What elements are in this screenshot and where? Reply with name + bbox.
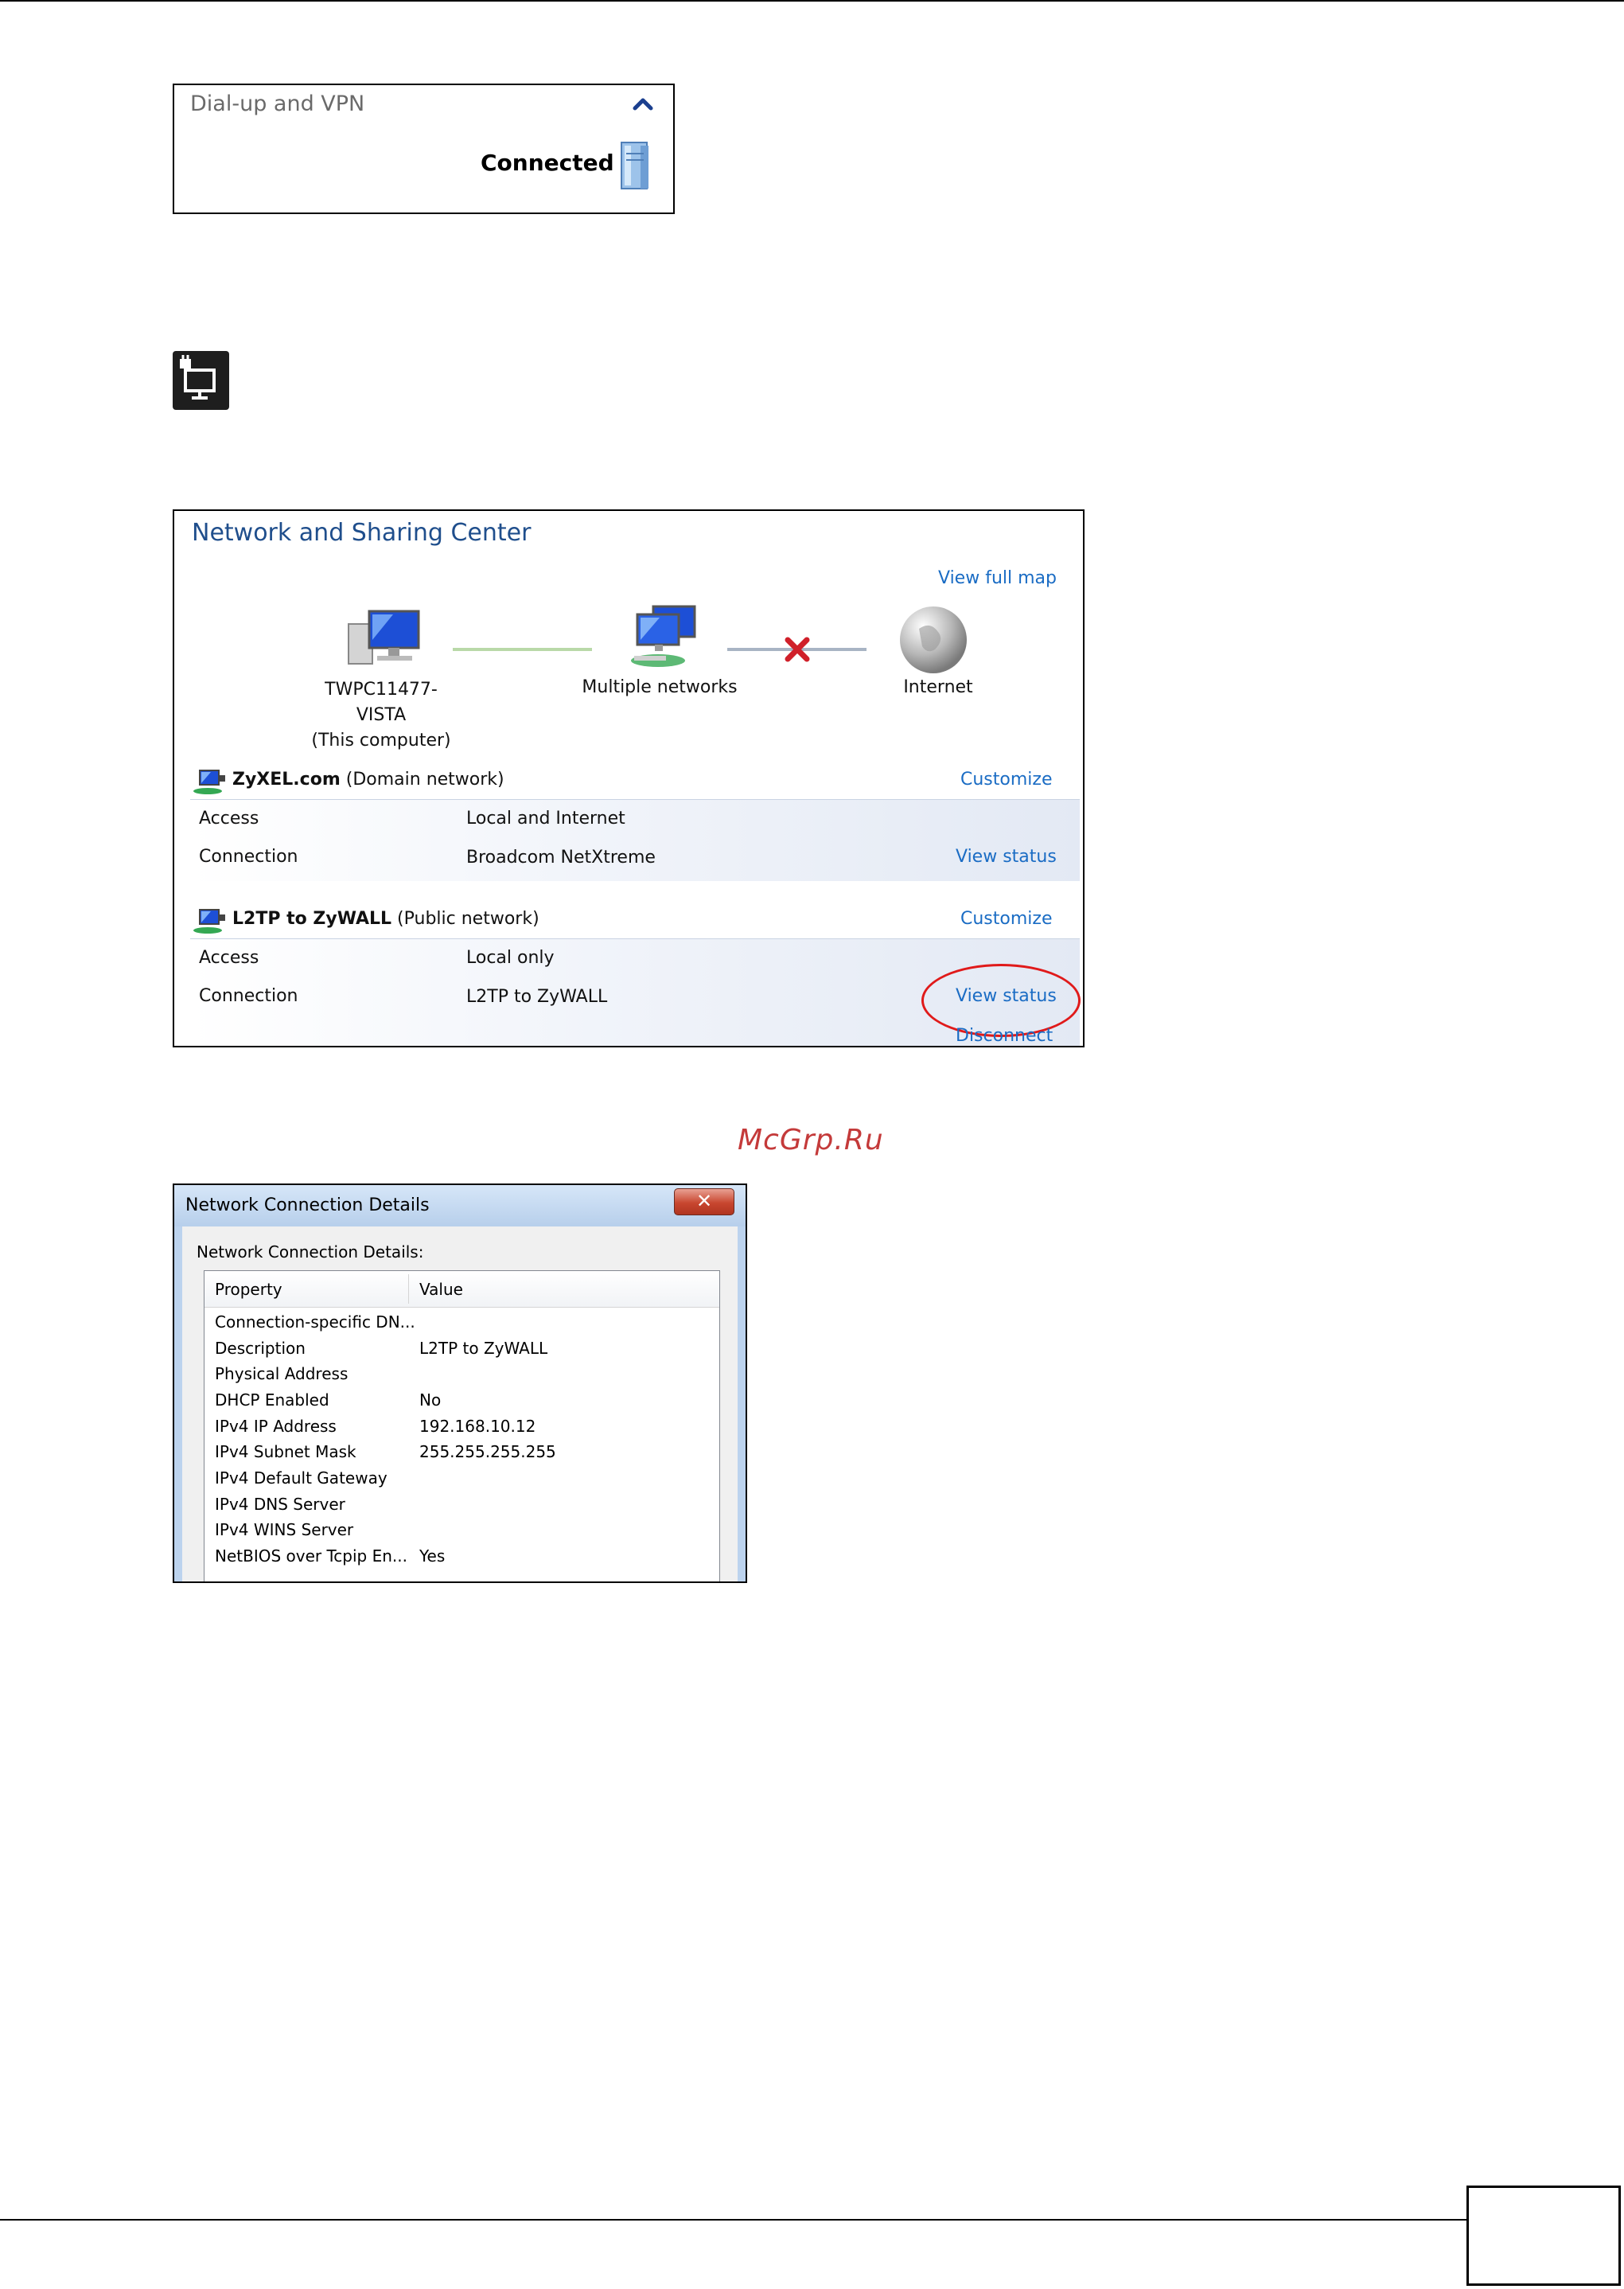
access-value: Local only xyxy=(466,948,555,968)
access-value: Local and Internet xyxy=(466,809,625,829)
property-column-header[interactable]: Property xyxy=(215,1280,282,1299)
network-name: L2TP to ZyWALL xyxy=(232,909,392,929)
page-number-box xyxy=(1466,2186,1621,2286)
network-type: (Domain network) xyxy=(345,770,504,790)
network-icon xyxy=(193,909,225,934)
bottom-rule xyxy=(0,2219,1468,2221)
monitor-plug-icon xyxy=(180,355,216,400)
multiple-networks-label: Multiple networks xyxy=(582,677,738,697)
connection-details-dialog: Network Connection Details ✕ Network Con… xyxy=(173,1183,747,1583)
internet-globe-icon xyxy=(900,606,967,673)
disconnected-x-icon xyxy=(785,637,810,662)
property-cell: NetBIOS over Tcpip En... xyxy=(215,1546,407,1566)
customize-link[interactable]: Customize xyxy=(960,770,1052,790)
connection-value: Broadcom NetXtreme xyxy=(466,848,656,868)
top-rule xyxy=(0,0,1624,2)
network-heading: ZyXEL.com (Domain network) xyxy=(232,770,504,790)
value-column-header[interactable]: Value xyxy=(419,1280,463,1299)
network-name: ZyXEL.com xyxy=(232,770,341,790)
connection-line-ok xyxy=(453,648,592,651)
close-button[interactable]: ✕ xyxy=(674,1188,734,1215)
computer-sub: (This computer) xyxy=(311,731,451,751)
computer-name: TWPC11477-VISTA xyxy=(325,680,438,725)
view-full-map-link[interactable]: View full map xyxy=(938,568,1057,588)
value-cell: Yes xyxy=(419,1546,446,1566)
property-cell: Physical Address xyxy=(215,1364,349,1383)
property-cell: IPv4 DNS Server xyxy=(215,1495,345,1514)
vpn-connection-icon[interactable] xyxy=(617,139,655,192)
chevron-up-icon[interactable] xyxy=(631,95,655,114)
multiple-networks-icon xyxy=(631,605,696,667)
access-label: Access xyxy=(199,809,259,829)
network-sharing-center: Network and Sharing Center View full map xyxy=(173,509,1085,1047)
disconnect-link[interactable]: Disconnect xyxy=(956,1026,1053,1046)
details-list[interactable]: Property Value Connection-specific DN...… xyxy=(204,1270,720,1581)
value-cell: L2TP to ZyWALL xyxy=(419,1339,548,1358)
connection-label: Connection xyxy=(199,986,298,1006)
watermark: McGrp.Ru xyxy=(738,1124,884,1156)
value-cell: 192.168.10.12 xyxy=(419,1417,536,1436)
network-details-band xyxy=(190,799,1080,881)
property-cell: IPv4 IP Address xyxy=(215,1417,337,1436)
connection-label: Connection xyxy=(199,847,298,867)
property-cell: Description xyxy=(215,1339,306,1358)
network-tray-icon[interactable] xyxy=(173,351,229,410)
dialup-vpn-panel: Dial-up and VPN Connected xyxy=(173,84,675,214)
dialup-title: Dial-up and VPN xyxy=(190,92,365,116)
computer-label: TWPC11477-VISTA (This computer) xyxy=(306,677,457,754)
dialog-title: Network Connection Details xyxy=(185,1195,430,1215)
internet-label: Internet xyxy=(903,677,973,697)
property-cell: DHCP Enabled xyxy=(215,1390,329,1410)
network-icon xyxy=(193,770,225,794)
property-cell: IPv4 Subnet Mask xyxy=(215,1442,356,1461)
property-cell: Connection-specific DN... xyxy=(215,1312,415,1332)
page-title: Network and Sharing Center xyxy=(192,519,532,547)
network-type: (Public network) xyxy=(397,909,539,929)
column-divider[interactable] xyxy=(408,1274,409,1304)
view-status-link[interactable]: View status xyxy=(956,847,1057,867)
list-header: Property Value xyxy=(204,1271,719,1308)
property-cell: IPv4 Default Gateway xyxy=(215,1468,388,1488)
customize-link[interactable]: Customize xyxy=(960,909,1052,929)
value-cell: 255.255.255.255 xyxy=(419,1442,556,1461)
connection-value: L2TP to ZyWALL xyxy=(466,987,608,1007)
access-label: Access xyxy=(199,948,259,968)
connection-status: Connected xyxy=(481,150,614,176)
network-heading: L2TP to ZyWALL (Public network) xyxy=(232,909,539,929)
property-cell: IPv4 WINS Server xyxy=(215,1520,354,1539)
dialog-body: Network Connection Details: Property Val… xyxy=(182,1226,738,1581)
computer-icon xyxy=(348,610,420,665)
details-label: Network Connection Details: xyxy=(197,1242,424,1261)
value-cell: No xyxy=(419,1390,442,1410)
